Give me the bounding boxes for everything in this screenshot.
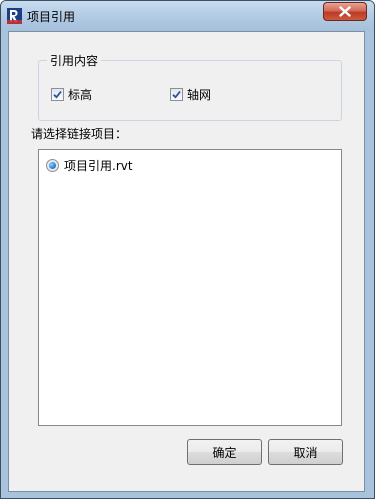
list-item-label: 项目引用.rvt [64, 158, 133, 173]
revit-app-icon [7, 8, 22, 24]
cancel-button[interactable]: 取消 [268, 439, 343, 465]
dialog-window: 项目引用 引用内容 标高 轴网 请选择链接项目： 项目引用.rvt 确定 取消 [0, 0, 375, 499]
checkbox-grids[interactable]: 轴网 [170, 86, 211, 102]
radio-button[interactable] [46, 158, 59, 172]
reference-content-group: 引用内容 标高 轴网 [38, 52, 342, 121]
check-icon [53, 90, 62, 99]
close-icon [339, 2, 351, 21]
checkbox-label: 轴网 [187, 87, 212, 102]
group-label: 引用内容 [47, 52, 102, 69]
check-icon [172, 90, 181, 99]
link-project-label: 请选择链接项目： [31, 127, 128, 141]
ok-button[interactable]: 确定 [187, 439, 262, 465]
title-bar[interactable]: 项目引用 [1, 1, 374, 31]
checkbox-box[interactable] [51, 87, 64, 101]
checkbox-box[interactable] [170, 87, 183, 101]
checkbox-levels[interactable]: 标高 [51, 86, 92, 102]
close-button[interactable] [323, 2, 367, 21]
project-listbox[interactable]: 项目引用.rvt [38, 149, 342, 426]
dialog-content: 引用内容 标高 轴网 请选择链接项目： 项目引用.rvt 确定 取消 [8, 31, 365, 492]
window-title: 项目引用 [27, 10, 76, 24]
checkbox-label: 标高 [68, 87, 93, 102]
radio-selected-icon [49, 161, 56, 169]
list-item[interactable]: 项目引用.rvt [46, 157, 133, 173]
